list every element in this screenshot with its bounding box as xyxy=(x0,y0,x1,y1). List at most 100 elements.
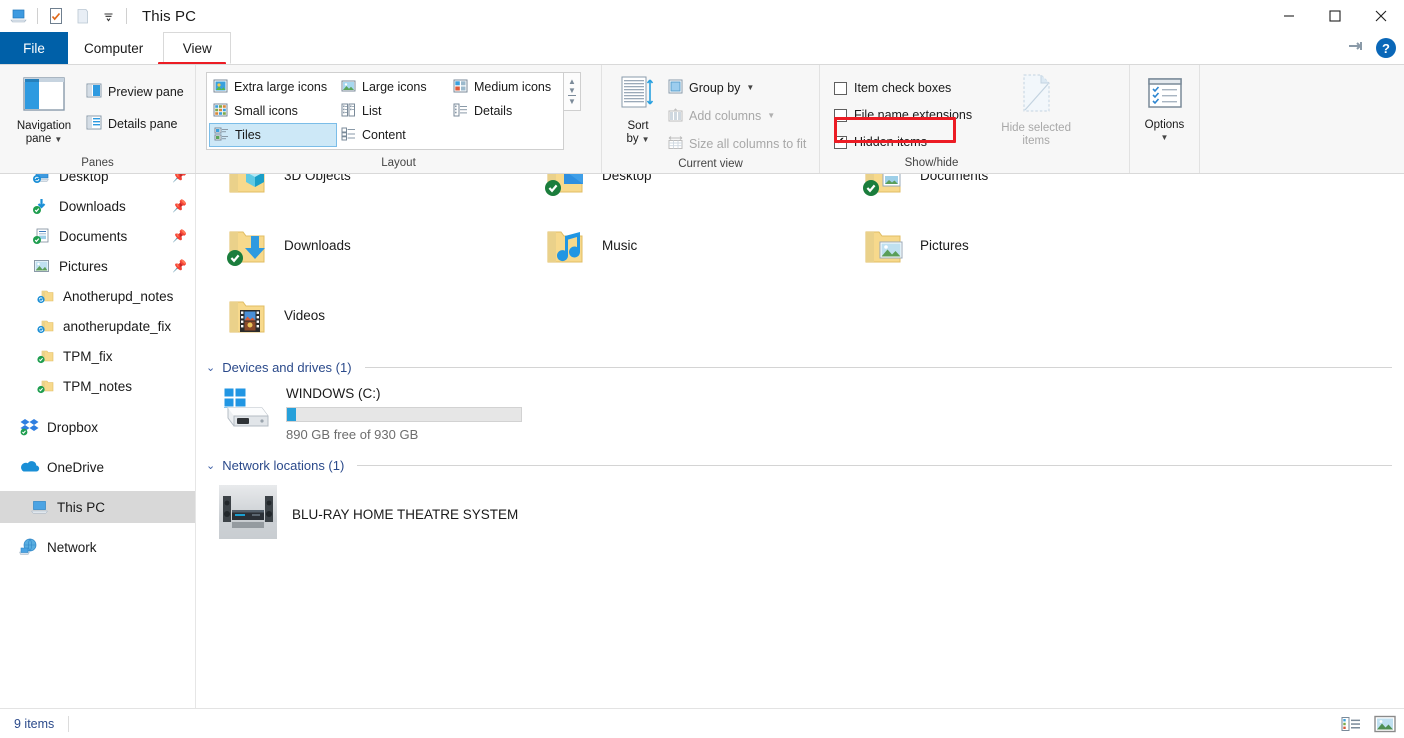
ribbon: Navigation pane ▼ Preview pane Details p… xyxy=(0,64,1404,174)
hidden-items-box-icon[interactable]: ✔ xyxy=(834,135,847,149)
customize-qat-caret[interactable] xyxy=(95,3,121,29)
new-folder-icon[interactable] xyxy=(69,3,95,29)
main-area: Desktop 📌 Downloads 📌 Documents 📌 Pictur… xyxy=(0,174,1404,708)
chevron-down-icon[interactable]: ⌄ xyxy=(206,361,215,374)
tab-view[interactable]: View xyxy=(163,32,232,64)
sidebar-item-dropbox[interactable]: Dropbox xyxy=(0,411,195,443)
close-button[interactable] xyxy=(1358,0,1404,32)
tile-music[interactable]: Music xyxy=(534,210,852,280)
folder-check-icon xyxy=(34,348,56,364)
sidebar-item-label: TPM_notes xyxy=(63,378,133,394)
sidebar-item-tpm-notes[interactable]: TPM_notes xyxy=(0,371,195,401)
tile-3d-objects[interactable]: 3D Objects xyxy=(216,174,534,210)
layout-option-content[interactable]: Content xyxy=(337,123,449,147)
title-bar: This PC xyxy=(0,0,1404,32)
navigation-pane-caret-icon[interactable]: ▼ xyxy=(54,135,62,144)
navigation-pane[interactable]: Desktop 📌 Downloads 📌 Documents 📌 Pictur… xyxy=(0,174,196,708)
sidebar-item-network[interactable]: Network xyxy=(0,531,195,563)
media-device-icon xyxy=(218,484,278,545)
navigation-pane-button[interactable]: Navigation pane ▼ xyxy=(6,70,82,146)
this-pc-icon xyxy=(28,499,50,515)
preview-pane-button[interactable]: Preview pane xyxy=(82,80,188,104)
ribbon-group-current-view-label: Current view xyxy=(678,158,743,170)
sidebar-item-tpm-fix[interactable]: TPM_fix xyxy=(0,341,195,371)
folder-3d-objects-icon xyxy=(222,174,272,200)
network-locations-header[interactable]: ⌄ Network locations (1) xyxy=(196,454,1404,476)
tile-pictures[interactable]: Pictures xyxy=(852,210,1170,280)
minimize-button[interactable] xyxy=(1266,0,1312,32)
add-columns-caret-icon[interactable]: ▼ xyxy=(767,112,775,120)
large-icons-view-button[interactable] xyxy=(1374,714,1396,734)
tile-documents[interactable]: A Documents xyxy=(852,174,1170,210)
file-name-extensions-box-icon[interactable] xyxy=(834,108,847,122)
layout-option-extra-large-icons[interactable]: Extra large icons xyxy=(209,75,337,99)
layout-option-details[interactable]: Details xyxy=(449,99,561,123)
tile-label: Videos xyxy=(284,307,326,323)
tab-computer[interactable]: Computer xyxy=(68,32,159,64)
item-check-boxes-box-icon[interactable] xyxy=(834,81,847,95)
sort-by-caret-icon[interactable]: ▼ xyxy=(642,135,650,144)
layout-option-medium-icons[interactable]: Medium icons xyxy=(449,75,561,99)
sidebar-item-anotherupdate-fix[interactable]: anotherupdate_fix xyxy=(0,311,195,341)
sidebar-item-desktop[interactable]: Desktop 📌 xyxy=(0,174,195,191)
size-all-columns-button[interactable]: Size all columns to fit xyxy=(664,132,810,156)
layout-gallery-scroll[interactable]: ▲ ▼ ▼ xyxy=(564,72,581,111)
maximize-button[interactable] xyxy=(1312,0,1358,32)
network-tile-blu-ray[interactable]: BLU-RAY HOME THEATRE SYSTEM xyxy=(196,476,1404,553)
preview-pane-label: Preview pane xyxy=(108,85,184,99)
tile-label: Downloads xyxy=(284,237,351,253)
devices-and-drives-header[interactable]: ⌄ Devices and drives (1) xyxy=(196,356,1404,378)
properties-icon[interactable] xyxy=(43,3,69,29)
file-name-extensions-label: File name extensions xyxy=(854,108,973,122)
gallery-more-icon[interactable]: ▼ xyxy=(568,95,576,106)
folder-downloads-icon xyxy=(222,220,272,270)
layout-option-tiles[interactable]: Tiles xyxy=(209,123,337,147)
pin-icon[interactable]: 📌 xyxy=(172,259,187,273)
content-pane[interactable]: 3D Objects Desktop Documents Downloads M… xyxy=(196,174,1404,708)
folder-music-icon xyxy=(540,220,590,270)
sidebar-item-anotherupd-notes[interactable]: Anotherupd_notes xyxy=(0,281,195,311)
sidebar-item-this-pc[interactable]: This PC xyxy=(0,491,195,523)
ribbon-group-show-hide: Item check boxes File name extensions ✔ … xyxy=(820,65,1130,173)
sidebar-item-pictures[interactable]: Pictures 📌 xyxy=(0,251,195,281)
pin-icon[interactable]: 📌 xyxy=(172,229,187,243)
tile-videos[interactable]: Videos xyxy=(216,280,534,350)
help-icon[interactable]: ? xyxy=(1376,38,1396,58)
hide-selected-items-button[interactable]: Hide selected items xyxy=(986,70,1086,148)
hide-selected-items-icon xyxy=(1016,72,1056,118)
sort-by-button[interactable]: Sort by ▼ xyxy=(612,70,664,146)
tab-file[interactable]: File xyxy=(0,32,68,64)
pin-icon[interactable]: 📌 xyxy=(172,174,187,183)
collapse-ribbon-icon[interactable] xyxy=(1346,39,1366,58)
file-name-extensions-checkbox[interactable]: File name extensions xyxy=(834,103,972,127)
tile-label: Desktop xyxy=(602,174,652,183)
options-caret-icon[interactable]: ▼ xyxy=(1161,134,1169,142)
this-pc-icon[interactable] xyxy=(6,3,32,29)
details-pane-button[interactable]: Details pane xyxy=(82,112,188,136)
sidebar-item-onedrive[interactable]: OneDrive xyxy=(0,451,195,483)
details-pane-label: Details pane xyxy=(108,117,178,131)
sidebar-item-downloads[interactable]: Downloads 📌 xyxy=(0,191,195,221)
drive-tile-windows-c[interactable]: WINDOWS (C:) 890 GB free of 930 GB xyxy=(196,378,526,452)
ribbon-group-layout: Extra large icons Large icons Medium ico… xyxy=(196,65,602,173)
layout-option-list[interactable]: List xyxy=(337,99,449,123)
sidebar-item-label: anotherupdate_fix xyxy=(63,318,172,334)
tile-downloads[interactable]: Downloads xyxy=(216,210,534,280)
layout-option-small-icons[interactable]: Small icons xyxy=(209,99,337,123)
details-view-button[interactable] xyxy=(1340,714,1362,734)
chevron-down-icon[interactable]: ⌄ xyxy=(206,459,215,472)
layout-option-large-icons[interactable]: Large icons xyxy=(337,75,449,99)
tile-desktop[interactable]: Desktop xyxy=(534,174,852,210)
item-check-boxes-checkbox[interactable]: Item check boxes xyxy=(834,76,972,100)
pin-icon[interactable]: 📌 xyxy=(172,199,187,213)
gallery-scroll-down-icon[interactable]: ▼ xyxy=(568,86,576,95)
gallery-scroll-up-icon[interactable]: ▲ xyxy=(568,77,576,86)
folder-documents-icon: A xyxy=(858,174,908,200)
hidden-items-checkbox[interactable]: ✔ Hidden items xyxy=(834,130,972,154)
sidebar-item-documents[interactable]: Documents 📌 xyxy=(0,221,195,251)
add-columns-button[interactable]: Add columns ▼ xyxy=(664,104,810,128)
group-by-caret-icon[interactable]: ▼ xyxy=(746,84,754,92)
options-button[interactable]: Options ▼ xyxy=(1136,73,1193,142)
layout-gallery: Extra large icons Large icons Medium ico… xyxy=(206,72,564,150)
group-by-button[interactable]: Group by ▼ xyxy=(664,76,810,100)
